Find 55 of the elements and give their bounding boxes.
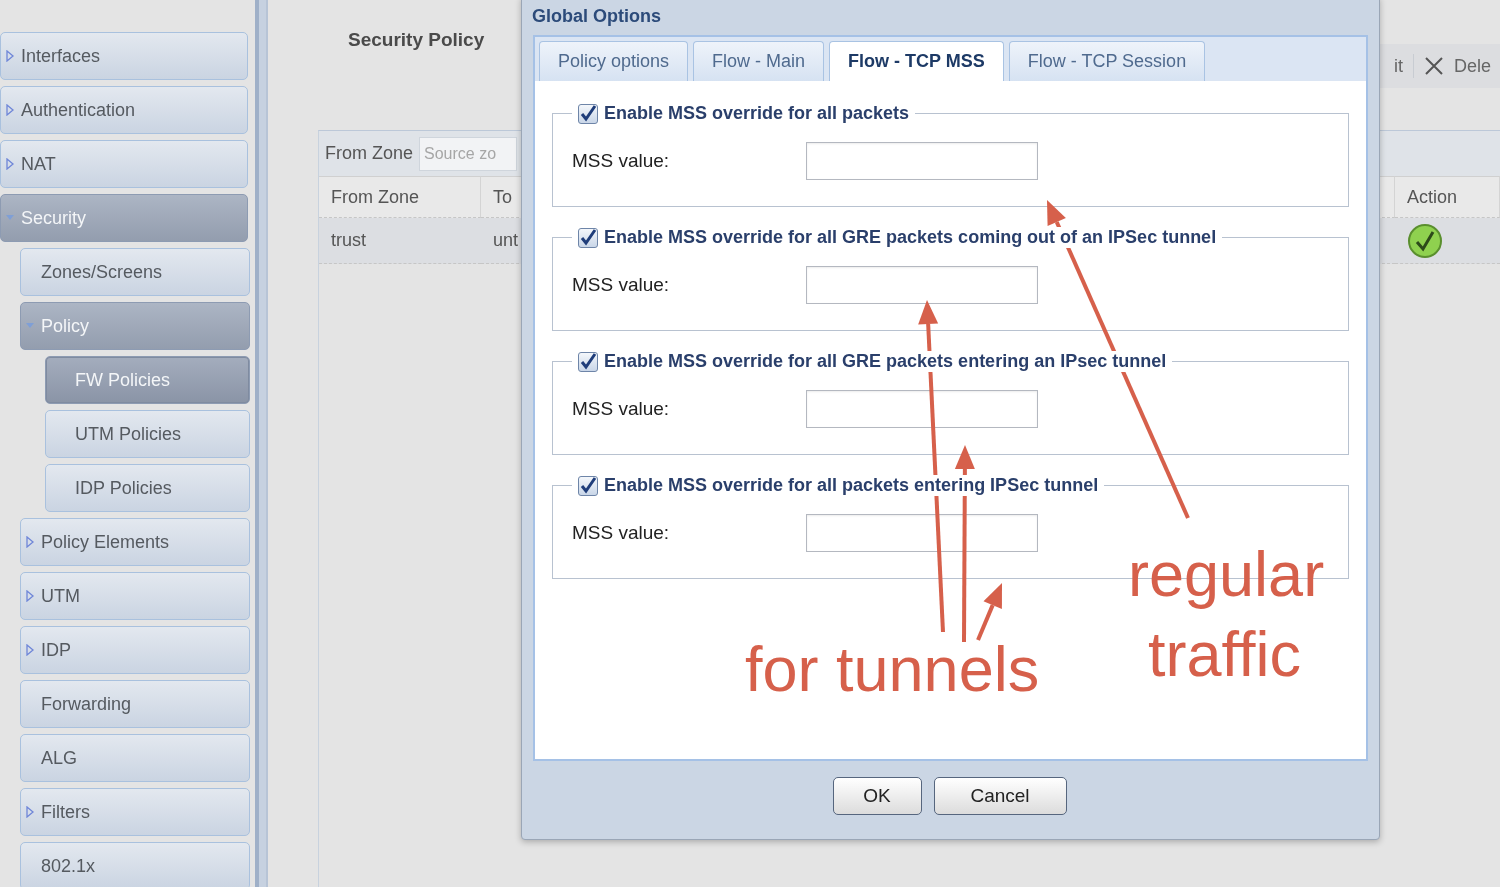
checkbox[interactable] xyxy=(578,475,598,496)
caret-right-icon xyxy=(5,50,15,62)
table-cell: trust xyxy=(319,218,481,264)
mss-value-field[interactable] xyxy=(806,390,1038,428)
checkbox[interactable] xyxy=(578,103,598,124)
edit-button[interactable]: it xyxy=(1394,55,1403,77)
field-label: MSS value: xyxy=(572,150,671,172)
mss-value-field[interactable] xyxy=(806,142,1038,180)
checkbox[interactable] xyxy=(578,227,598,248)
field-label: MSS value: xyxy=(572,522,671,544)
tab[interactable]: Flow - TCP MSS xyxy=(829,41,1004,81)
checkbox-label: Enable MSS override for all GRE packets entering an IPsec tunnel xyxy=(604,351,1167,372)
column-header[interactable]: Action xyxy=(1395,176,1500,218)
close-icon[interactable] xyxy=(1424,56,1444,76)
tab[interactable]: Flow - Main xyxy=(693,41,825,81)
sidebar-item[interactable]: IDP Policies xyxy=(45,464,250,512)
checkbox[interactable] xyxy=(578,351,598,372)
filter-label: From Zone xyxy=(325,143,414,164)
caret-right-icon xyxy=(5,104,15,116)
caret-right-icon xyxy=(5,158,15,170)
sidebar-item[interactable]: UTM Policies xyxy=(45,410,250,458)
sidebar-item[interactable]: NAT xyxy=(0,140,248,188)
source-zone-field[interactable]: Source zo xyxy=(419,136,518,171)
page-title: Security Policy xyxy=(348,29,485,51)
check-icon xyxy=(1407,222,1443,259)
ok-button[interactable]: OK xyxy=(832,777,922,815)
annotation-text: traffic xyxy=(1148,623,1301,686)
checkbox-label: Enable MSS override for all packets entering IPSec tunnel xyxy=(604,475,1099,496)
caret-right-icon xyxy=(25,806,35,818)
sidebar-item[interactable]: Filters xyxy=(20,788,250,836)
checkbox-label: Enable MSS override for all packets xyxy=(604,103,910,124)
field-label: MSS value: xyxy=(572,398,671,420)
delete-button[interactable]: Dele xyxy=(1454,55,1492,77)
mss-value-field[interactable] xyxy=(806,266,1038,304)
caret-right-icon xyxy=(25,644,35,656)
mss-value-field[interactable] xyxy=(806,514,1038,552)
sidebar-item[interactable]: Forwarding xyxy=(20,680,250,728)
caret-right-icon xyxy=(25,590,35,602)
sidebar-item[interactable]: Zones/Screens xyxy=(20,248,250,296)
column-header[interactable]: From Zone xyxy=(319,176,481,218)
caret-right-icon xyxy=(25,536,35,548)
sidebar-item[interactable]: Authentication xyxy=(0,86,248,134)
field-label: MSS value: xyxy=(572,274,671,296)
cancel-button[interactable]: Cancel xyxy=(933,777,1067,815)
sidebar-item[interactable]: Policy Elements xyxy=(20,518,250,566)
tab[interactable]: Flow - TCP Session xyxy=(1008,41,1206,81)
tab[interactable]: Policy options xyxy=(539,41,689,81)
sidebar-item[interactable]: ALG xyxy=(20,734,250,782)
sidebar-item[interactable]: IDP xyxy=(20,626,250,674)
sidebar-item[interactable]: Interfaces xyxy=(0,32,248,80)
annotation-text: for tunnels xyxy=(745,638,1040,701)
checkbox-label: Enable MSS override for all GRE packets coming out of an IPSec tunnel xyxy=(604,227,1217,248)
dialog-title: Global Options xyxy=(532,4,662,28)
sidebar-item[interactable]: 802.1x xyxy=(20,842,250,887)
sidebar-item[interactable]: UTM xyxy=(20,572,250,620)
